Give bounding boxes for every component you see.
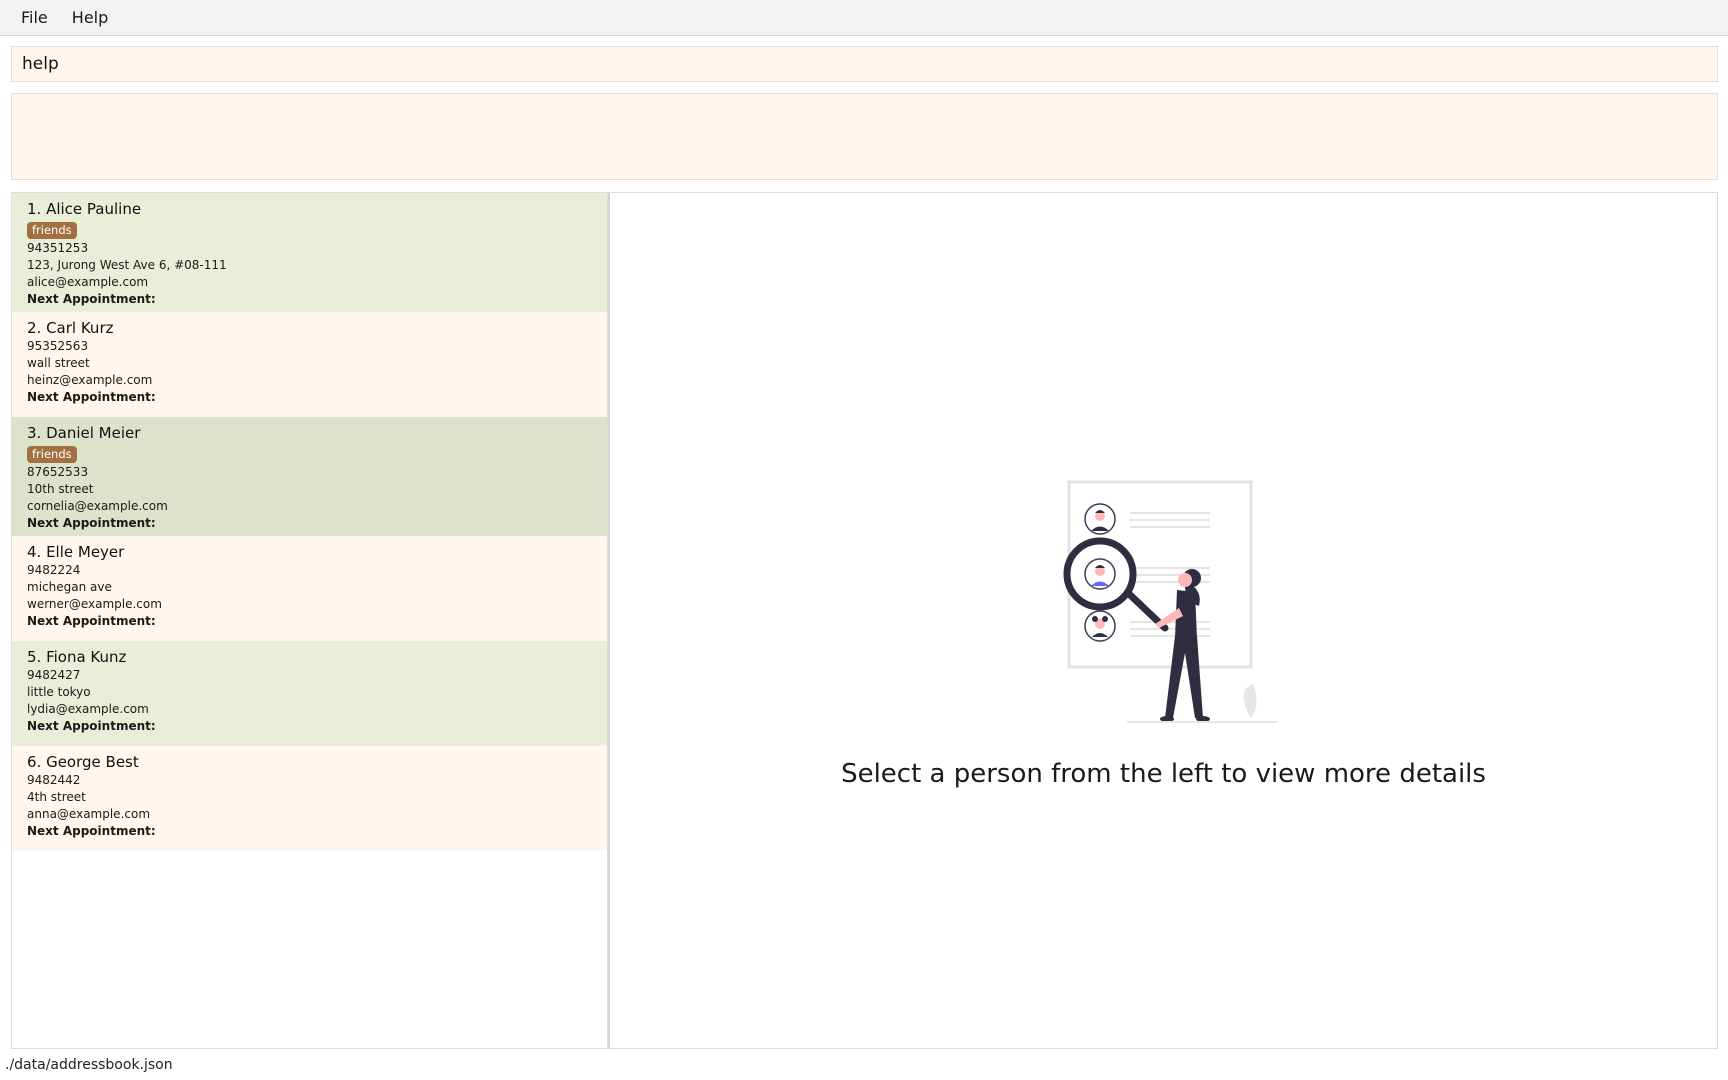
- person-name: 3. Daniel Meier: [27, 424, 141, 442]
- menu-file[interactable]: File: [10, 4, 59, 31]
- person-list[interactable]: 1. Alice Pauline friends 94351253 123, J…: [11, 192, 608, 1049]
- person-address: 10th street: [27, 482, 94, 496]
- detail-placeholder-text: Select a person from the left to view mo…: [841, 759, 1486, 789]
- person-name: 5. Fiona Kunz: [27, 648, 127, 666]
- status-bar: ./data/addressbook.json: [0, 1054, 1728, 1080]
- person-name: 1. Alice Pauline: [27, 200, 142, 218]
- person-appointment: Next Appointment:: [27, 719, 156, 733]
- person-card[interactable]: 3. Daniel Meier friends 87652533 10th st…: [12, 417, 607, 536]
- person-phone: 94351253: [27, 241, 89, 255]
- person-name: 6. George Best: [27, 753, 139, 771]
- person-appointment: Next Appointment:: [27, 390, 156, 404]
- person-phone: 87652533: [27, 465, 89, 479]
- person-appointment: Next Appointment:: [27, 614, 156, 628]
- person-appointment: Next Appointment:: [27, 824, 156, 838]
- person-phone: 9482427: [27, 668, 81, 682]
- person-name: 2. Carl Kurz: [27, 319, 114, 337]
- person-address: little tokyo: [27, 685, 91, 699]
- person-phone: 9482442: [27, 773, 81, 787]
- result-display: [11, 93, 1718, 180]
- person-email: werner@example.com: [27, 597, 162, 611]
- command-input[interactable]: [22, 47, 1717, 81]
- command-box: [11, 46, 1718, 82]
- person-appointment: Next Appointment:: [27, 516, 156, 530]
- person-card[interactable]: 2. Carl Kurz 95352563 wall street heinz@…: [12, 312, 607, 417]
- save-location: ./data/addressbook.json: [5, 1057, 173, 1073]
- person-card[interactable]: 4. Elle Meyer 9482224 michegan ave werne…: [12, 536, 607, 641]
- person-card[interactable]: 6. George Best 9482442 4th street anna@e…: [12, 746, 607, 851]
- person-address: 123, Jurong West Ave 6, #08-111: [27, 258, 227, 272]
- person-phone: 9482224: [27, 563, 81, 577]
- person-appointment: Next Appointment:: [27, 292, 156, 306]
- person-address: wall street: [27, 356, 90, 370]
- detail-panel: Select a person from the left to view mo…: [608, 192, 1718, 1049]
- menu-bar: File Help: [0, 0, 1728, 36]
- person-address: 4th street: [27, 790, 86, 804]
- person-email: lydia@example.com: [27, 702, 149, 716]
- person-email: cornelia@example.com: [27, 499, 168, 513]
- person-card[interactable]: 5. Fiona Kunz 9482427 little tokyo lydia…: [12, 641, 607, 746]
- person-email: alice@example.com: [27, 275, 149, 289]
- person-address: michegan ave: [27, 580, 112, 594]
- person-name: 4. Elle Meyer: [27, 543, 125, 561]
- menu-help[interactable]: Help: [61, 4, 119, 31]
- person-email: anna@example.com: [27, 807, 151, 821]
- person-tag: friends: [27, 222, 77, 239]
- person-search-illustration-icon: [1063, 480, 1277, 723]
- person-email: heinz@example.com: [27, 373, 153, 387]
- person-tag: friends: [27, 446, 77, 463]
- person-phone: 95352563: [27, 339, 89, 353]
- person-card[interactable]: 1. Alice Pauline friends 94351253 123, J…: [12, 193, 607, 312]
